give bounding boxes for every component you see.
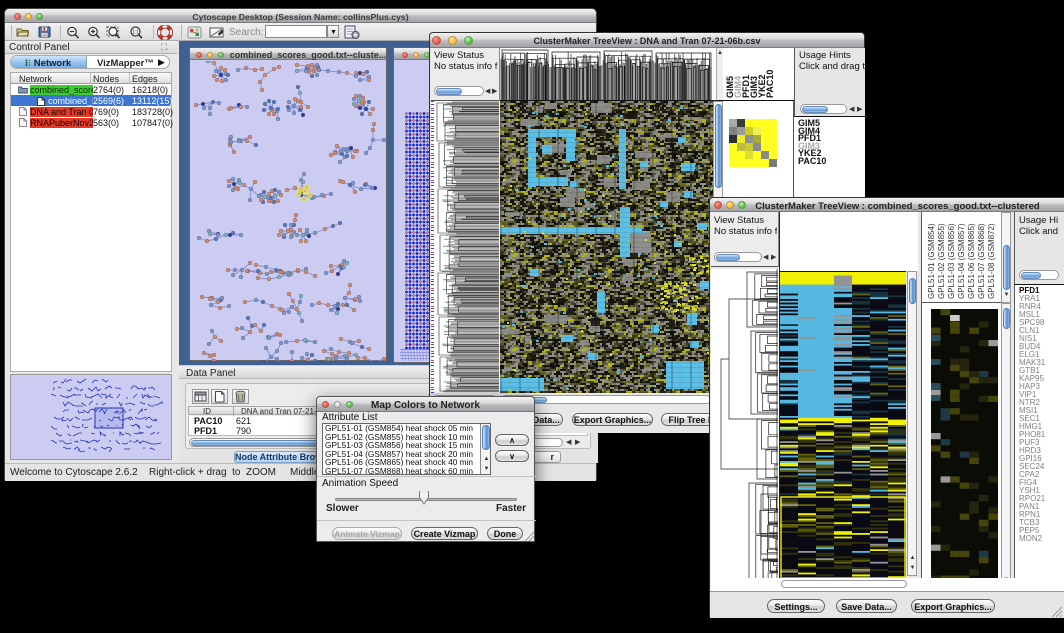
- svg-text:1:1: 1:1: [132, 30, 139, 36]
